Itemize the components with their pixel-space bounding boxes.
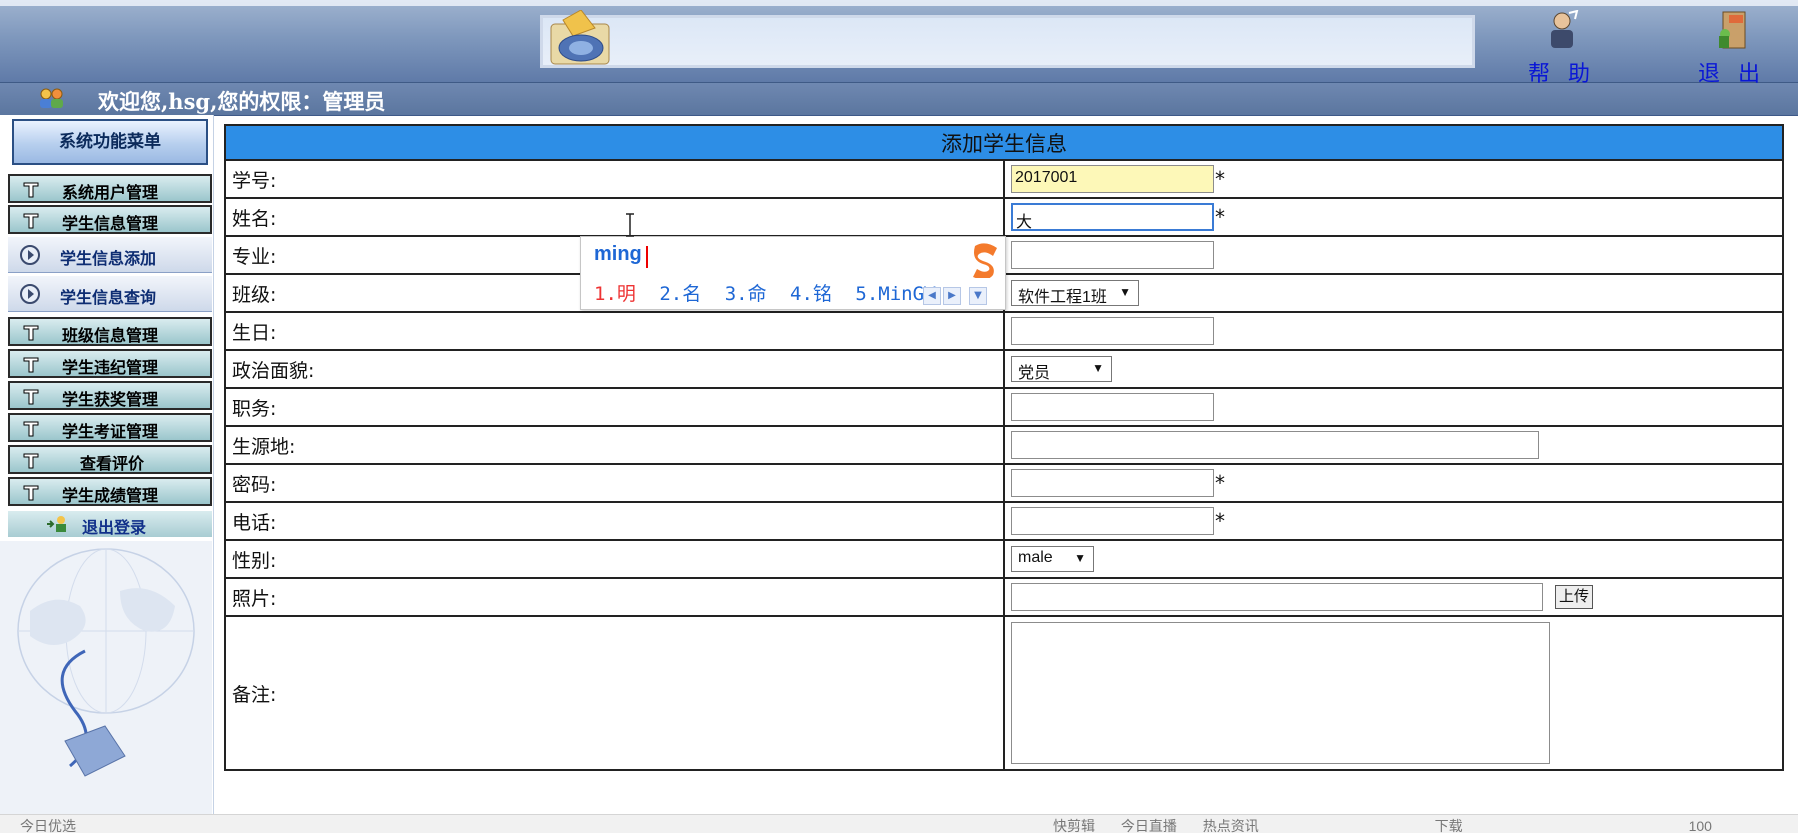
browser-status-bar: 今日优选 快剪辑 今日直播 热点资讯 下载 100 <box>0 814 1798 836</box>
globe-mouse-illustration <box>0 541 212 821</box>
ime-candidate[interactable]: 4.铭 <box>790 283 832 305</box>
tool-icon <box>23 357 39 373</box>
top-banner: 帮 助 退 出 <box>0 0 1798 86</box>
sidebar: 系统功能菜单 系统用户管理 学生信息管理 学生信息添加 学生信息查询 班级信息管… <box>0 115 214 821</box>
welcome-text: 欢迎您,hsg,您的权限：管理员 <box>98 89 386 114</box>
sidebar-subitem-query-student[interactable]: 学生信息查询 <box>8 276 212 312</box>
sidebar-item-grades[interactable]: 学生成绩管理 <box>8 477 212 506</box>
ime-candidate[interactable]: 2.名 <box>659 283 701 305</box>
sidebar-item-evaluation[interactable]: 查看评价 <box>8 445 212 474</box>
ime-candidate-popup: ming 1.明 2.名 3.命 4.铭 5.MinGW ◀ ▶ ▼ <box>580 236 1006 310</box>
next-page-icon[interactable]: ▶ <box>943 287 961 305</box>
password-label: 密码: <box>224 463 1005 503</box>
prev-page-icon[interactable]: ◀ <box>923 287 941 305</box>
tool-icon <box>23 213 39 229</box>
text-cursor-icon <box>626 213 634 237</box>
photo-label: 照片: <box>224 577 1005 617</box>
political-status-select[interactable]: 党员 ▼ <box>1011 356 1112 382</box>
major-input[interactable] <box>1011 241 1214 269</box>
gender-label: 性别: <box>224 539 1005 579</box>
student-id-label: 学号: <box>224 159 1005 199</box>
help-link-group[interactable]: 帮 助 <box>1522 9 1602 88</box>
position-input[interactable] <box>1011 393 1214 421</box>
required-mark: * <box>1215 167 1225 191</box>
tool-icon <box>23 453 39 469</box>
ime-pinyin: ming <box>594 243 642 265</box>
sidebar-item-student-info[interactable]: 学生信息管理 <box>8 205 212 234</box>
sogou-logo-icon <box>973 243 997 278</box>
tool-icon <box>23 182 39 198</box>
ime-candidate-list: 1.明 2.名 3.命 4.铭 5.MinGW <box>594 279 947 306</box>
status-left-text[interactable]: 今日优选 <box>20 816 76 836</box>
name-input[interactable]: 大 <box>1011 203 1214 231</box>
remarks-label: 备注: <box>224 615 1005 771</box>
sidebar-item-system-users[interactable]: 系统用户管理 <box>8 174 212 203</box>
photo-input[interactable] <box>1011 583 1543 611</box>
play-circle-icon <box>20 245 40 265</box>
banner-panel <box>540 15 1475 68</box>
logout-button[interactable]: 退出登录 <box>8 511 212 537</box>
chevron-down-icon: ▼ <box>1074 551 1086 565</box>
logout-user-icon <box>47 516 66 532</box>
add-student-form: 添加学生信息 学号: 2017001 * 姓名: 大 * 专业: 班级: 软件工程1… <box>224 124 1784 814</box>
student-id-input[interactable]: 2017001 <box>1011 165 1214 193</box>
sidebar-title: 系统功能菜单 <box>12 119 208 165</box>
status-right-items: 快剪辑 今日直播 热点资讯 下载 100 <box>1053 816 1734 836</box>
sidebar-item-certificates[interactable]: 学生考证管理 <box>8 413 212 442</box>
remarks-textarea[interactable] <box>1011 622 1550 764</box>
sidebar-item-awards[interactable]: 学生获奖管理 <box>8 381 212 410</box>
exit-link-group[interactable]: 退 出 <box>1692 10 1772 88</box>
password-input[interactable] <box>1011 469 1214 497</box>
tool-icon <box>23 485 39 501</box>
help-person-icon <box>1551 9 1579 48</box>
birthday-input[interactable] <box>1011 317 1214 345</box>
position-label: 职务: <box>224 387 1005 427</box>
sidebar-item-discipline[interactable]: 学生违纪管理 <box>8 349 212 378</box>
expand-icon[interactable]: ▼ <box>969 287 987 305</box>
class-select[interactable]: 软件工程1班 ▼ <box>1011 280 1139 306</box>
tool-icon <box>23 389 39 405</box>
ime-candidate[interactable]: 1.明 <box>594 283 636 305</box>
upload-button[interactable]: 上传 <box>1555 585 1594 609</box>
exit-door-icon <box>1719 11 1746 49</box>
tool-icon <box>23 421 39 437</box>
play-circle-icon <box>20 284 40 304</box>
top-strip <box>0 0 1798 6</box>
chevron-down-icon: ▼ <box>1092 361 1104 375</box>
welcome-bar: 欢迎您,hsg,您的权限：管理员 <box>0 83 1798 116</box>
form-title: 添加学生信息 <box>224 124 1784 161</box>
political-status-label: 政治面貌: <box>224 349 1005 389</box>
sidebar-item-class-info[interactable]: 班级信息管理 <box>8 317 212 346</box>
tool-icon <box>23 325 39 341</box>
sidebar-subitem-add-student[interactable]: 学生信息添加 <box>8 237 212 273</box>
phone-label: 电话: <box>224 501 1005 541</box>
birthday-label: 生日: <box>224 311 1005 351</box>
ime-candidate[interactable]: 3.命 <box>725 283 767 305</box>
phone-input[interactable] <box>1011 507 1214 535</box>
text-caret <box>646 246 648 268</box>
system-logo-icon <box>550 10 610 65</box>
name-label: 姓名: <box>224 197 1005 237</box>
ime-page-nav: ◀ ▶ ▼ <box>923 283 989 305</box>
required-mark: * <box>1215 509 1225 533</box>
chevron-down-icon: ▼ <box>1119 285 1131 299</box>
origin-label: 生源地: <box>224 425 1005 465</box>
gender-select[interactable]: male ▼ <box>1011 546 1094 572</box>
origin-input[interactable] <box>1011 431 1539 459</box>
users-icon <box>40 88 63 108</box>
required-mark: * <box>1215 471 1225 495</box>
required-mark: * <box>1215 205 1225 229</box>
